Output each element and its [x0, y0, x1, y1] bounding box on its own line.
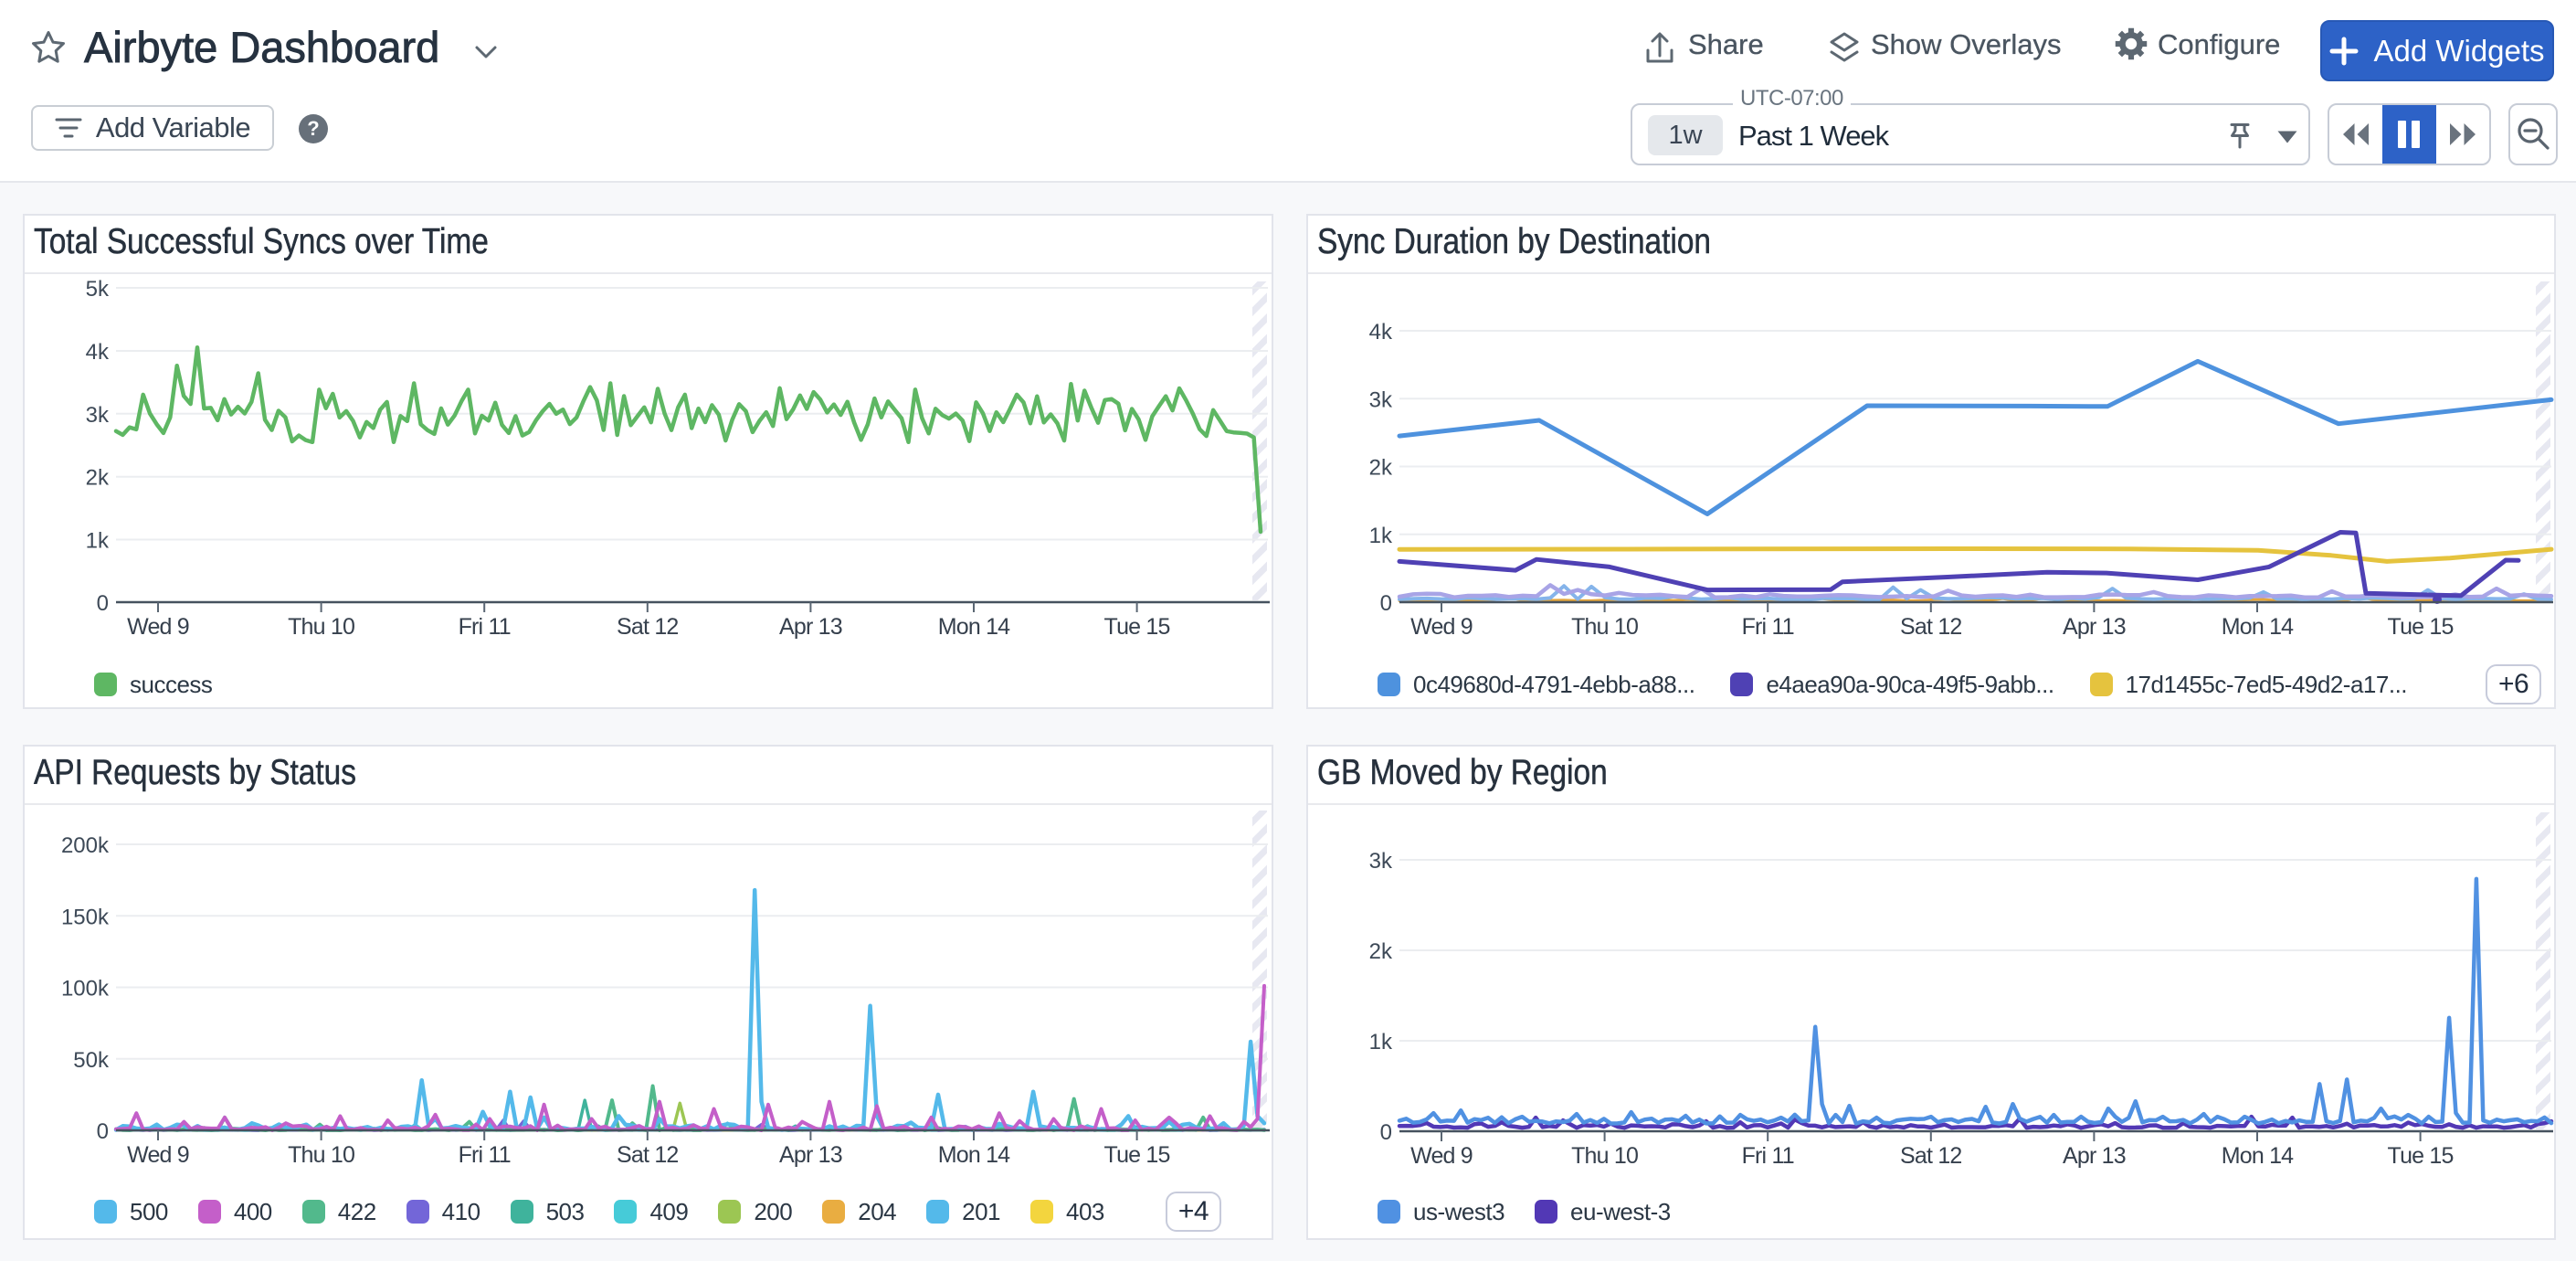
svg-text:Apr 13: Apr 13: [779, 1142, 842, 1168]
svg-text:5k: 5k: [86, 277, 110, 302]
svg-text:Wed 9: Wed 9: [127, 1142, 189, 1168]
svg-text:Fri 11: Fri 11: [1742, 614, 1794, 640]
svg-text:100k: 100k: [61, 977, 110, 1001]
svg-text:50k: 50k: [73, 1048, 110, 1073]
svg-text:1k: 1k: [86, 529, 110, 554]
svg-text:4k: 4k: [86, 340, 110, 365]
svg-text:Sat 12: Sat 12: [1900, 1143, 1961, 1169]
svg-text:2k: 2k: [1369, 456, 1393, 481]
svg-text:0: 0: [97, 591, 109, 616]
svg-text:Sat 12: Sat 12: [1900, 614, 1961, 640]
svg-text:3k: 3k: [1369, 849, 1393, 874]
svg-text:Thu 10: Thu 10: [1571, 1143, 1638, 1169]
svg-text:Fri 11: Fri 11: [1742, 1143, 1794, 1169]
svg-text:Tue 15: Tue 15: [2388, 1143, 2454, 1169]
svg-text:4k: 4k: [1369, 320, 1393, 344]
svg-text:1k: 1k: [1369, 524, 1393, 548]
svg-text:150k: 150k: [61, 905, 110, 929]
svg-text:2k: 2k: [86, 466, 110, 491]
svg-text:3k: 3k: [86, 403, 110, 428]
svg-text:Wed 9: Wed 9: [1410, 1143, 1473, 1169]
svg-text:Tue 15: Tue 15: [1104, 614, 1170, 640]
svg-text:0: 0: [97, 1119, 109, 1144]
svg-text:Apr 13: Apr 13: [2063, 1143, 2126, 1169]
svg-text:2k: 2k: [1369, 939, 1393, 964]
svg-text:1k: 1k: [1369, 1030, 1393, 1054]
svg-text:Mon 14: Mon 14: [2222, 1143, 2294, 1169]
svg-text:Apr 13: Apr 13: [2063, 614, 2126, 640]
svg-text:3k: 3k: [1369, 387, 1393, 412]
svg-text:Mon 14: Mon 14: [2222, 614, 2294, 640]
svg-text:Thu 10: Thu 10: [1571, 614, 1638, 640]
svg-text:Mon 14: Mon 14: [938, 1142, 1010, 1168]
svg-text:Thu 10: Thu 10: [288, 614, 354, 640]
svg-text:Sat 12: Sat 12: [617, 614, 678, 640]
svg-text:Fri 11: Fri 11: [459, 614, 511, 640]
svg-text:Tue 15: Tue 15: [2388, 614, 2454, 640]
svg-text:Wed 9: Wed 9: [1410, 614, 1473, 640]
svg-text:Sat 12: Sat 12: [617, 1142, 678, 1168]
svg-text:0: 0: [1380, 591, 1392, 616]
svg-text:0: 0: [1380, 1120, 1392, 1145]
svg-text:Thu 10: Thu 10: [288, 1142, 354, 1168]
svg-text:Apr 13: Apr 13: [779, 614, 842, 640]
svg-text:Mon 14: Mon 14: [938, 614, 1010, 640]
svg-text:Tue 15: Tue 15: [1104, 1142, 1170, 1168]
svg-text:Wed 9: Wed 9: [127, 614, 189, 640]
svg-text:Fri 11: Fri 11: [459, 1142, 511, 1168]
svg-text:200k: 200k: [61, 833, 110, 858]
